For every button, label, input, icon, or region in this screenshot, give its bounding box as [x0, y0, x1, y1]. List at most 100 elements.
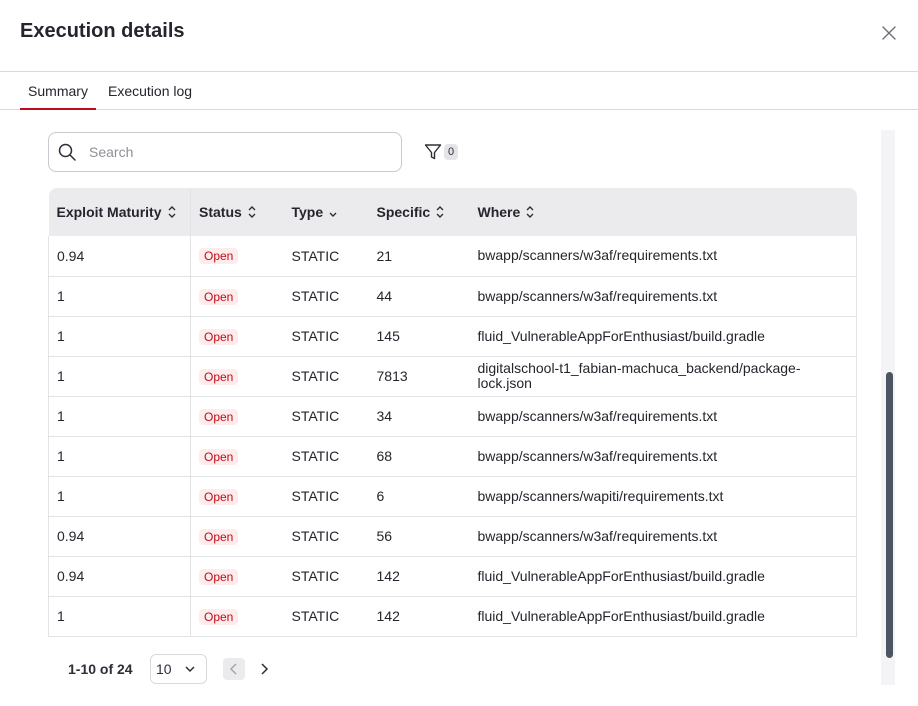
- cell-exploit-maturity: 1: [48, 276, 191, 317]
- status-badge: Open: [199, 328, 239, 345]
- column-label: Where: [477, 204, 521, 220]
- cell-status: Open: [190, 436, 284, 477]
- table-row[interactable]: 1 Open STATIC 68 bwapp/scanners/w3af/req…: [48, 436, 857, 477]
- column-label: Type: [291, 204, 324, 220]
- cell-where: digitalschool-t1_fabian-machuca_backend/…: [469, 356, 857, 397]
- table-row[interactable]: 1 Open STATIC 142 fluid_VulnerableAppFor…: [48, 596, 857, 637]
- column-label: Status: [199, 204, 242, 220]
- status-badge: Open: [199, 408, 239, 425]
- cell-type: STATIC: [283, 476, 369, 517]
- cell-exploit-maturity: 1: [48, 396, 191, 437]
- cell-exploit-maturity: 0.94: [48, 236, 191, 277]
- column-header-status[interactable]: Status: [191, 188, 284, 236]
- column-header-exploit-maturity[interactable]: Exploit Maturity: [48, 188, 191, 236]
- cell-where: bwapp/scanners/w3af/requirements.txt: [469, 396, 857, 437]
- chevron-left-icon: [229, 663, 237, 675]
- cell-status: Open: [190, 516, 284, 557]
- cell-type: STATIC: [283, 436, 369, 477]
- cell-status: Open: [190, 236, 284, 277]
- cell-type: STATIC: [283, 276, 369, 317]
- cell-type: STATIC: [283, 516, 369, 557]
- cell-exploit-maturity: 1: [48, 356, 191, 397]
- status-badge: Open: [199, 288, 239, 305]
- cell-type: STATIC: [283, 356, 369, 397]
- chevron-down-icon: [185, 666, 195, 673]
- cell-exploit-maturity: 1: [48, 436, 191, 477]
- cell-status: Open: [190, 276, 284, 317]
- table-row[interactable]: 1 Open STATIC 34 bwapp/scanners/w3af/req…: [48, 396, 857, 437]
- table-row[interactable]: 0.94 Open STATIC 21 bwapp/scanners/w3af/…: [48, 236, 857, 277]
- cell-type: STATIC: [283, 236, 369, 277]
- cell-specific: 142: [368, 596, 470, 637]
- cell-specific: 56: [368, 516, 470, 557]
- column-label: Exploit Maturity: [56, 204, 162, 220]
- cell-exploit-maturity: 1: [48, 476, 191, 517]
- status-badge: Open: [199, 488, 239, 505]
- cell-status: Open: [190, 356, 284, 397]
- cell-where: bwapp/scanners/wapiti/requirements.txt: [469, 476, 857, 517]
- next-page-button[interactable]: [253, 658, 275, 680]
- scrollbar-thumb[interactable]: [886, 372, 893, 658]
- cell-exploit-maturity: 1: [48, 596, 191, 637]
- table-header-row: Exploit Maturity Status Type Specific Wh…: [48, 188, 857, 236]
- status-badge: Open: [199, 248, 239, 265]
- cell-status: Open: [190, 596, 284, 637]
- close-button[interactable]: [878, 22, 900, 44]
- cell-type: STATIC: [283, 316, 369, 357]
- pagination: 1-10 of 24 10: [68, 654, 368, 684]
- sort-descending-icon: [329, 212, 337, 217]
- close-icon: [882, 26, 896, 40]
- cell-exploit-maturity: 0.94: [48, 516, 191, 557]
- page-size-value: 10: [156, 661, 172, 677]
- cell-specific: 7813: [368, 356, 470, 397]
- table-row[interactable]: 1 Open STATIC 145 fluid_VulnerableAppFor…: [48, 316, 857, 357]
- search-box: [48, 132, 402, 172]
- status-badge: Open: [199, 368, 239, 385]
- page-size-select[interactable]: 10: [150, 654, 207, 684]
- column-header-where[interactable]: Where: [470, 188, 857, 236]
- tab-bar: Summary Execution log: [0, 72, 918, 110]
- column-label: Specific: [376, 204, 431, 220]
- cell-type: STATIC: [283, 556, 369, 597]
- sort-icon: [168, 206, 176, 218]
- cell-status: Open: [190, 396, 284, 437]
- search-icon: [58, 143, 76, 161]
- status-badge: Open: [199, 528, 239, 545]
- search-input[interactable]: [89, 141, 389, 163]
- cell-where: fluid_VulnerableAppForEnthusiast/build.g…: [469, 316, 857, 357]
- chevron-right-icon: [261, 663, 269, 675]
- cell-where: bwapp/scanners/w3af/requirements.txt: [469, 516, 857, 557]
- cell-specific: 44: [368, 276, 470, 317]
- cell-type: STATIC: [283, 596, 369, 637]
- filter-count-badge: 0: [444, 144, 459, 160]
- cell-specific: 21: [368, 236, 470, 277]
- column-header-type[interactable]: Type: [284, 188, 369, 236]
- status-badge: Open: [199, 448, 239, 465]
- pagination-range: 1-10 of 24: [68, 661, 133, 677]
- cell-where: bwapp/scanners/w3af/requirements.txt: [469, 436, 857, 477]
- cell-where: fluid_VulnerableAppForEnthusiast/build.g…: [469, 596, 857, 637]
- previous-page-button[interactable]: [223, 658, 245, 680]
- status-badge: Open: [199, 568, 239, 585]
- cell-where: bwapp/scanners/w3af/requirements.txt: [469, 276, 857, 317]
- cell-specific: 6: [368, 476, 470, 517]
- status-badge: Open: [199, 608, 239, 625]
- cell-type: STATIC: [283, 396, 369, 437]
- cell-where: fluid_VulnerableAppForEnthusiast/build.g…: [469, 556, 857, 597]
- table-row[interactable]: 1 Open STATIC 7813 digitalschool-t1_fabi…: [48, 356, 857, 397]
- table-row[interactable]: 1 Open STATIC 6 bwapp/scanners/wapiti/re…: [48, 476, 857, 517]
- tab-summary[interactable]: Summary: [20, 72, 96, 110]
- table-row[interactable]: 0.94 Open STATIC 142 fluid_VulnerableApp…: [48, 556, 857, 597]
- column-header-specific[interactable]: Specific: [369, 188, 470, 236]
- dialog-title: Execution details: [20, 20, 185, 42]
- sort-icon: [436, 206, 444, 218]
- cell-specific: 34: [368, 396, 470, 437]
- filter-button[interactable]: 0: [424, 142, 459, 162]
- cell-status: Open: [190, 316, 284, 357]
- cell-where: bwapp/scanners/w3af/requirements.txt: [469, 236, 857, 277]
- cell-exploit-maturity: 1: [48, 316, 191, 357]
- sort-icon: [248, 206, 256, 218]
- tab-execution-log[interactable]: Execution log: [108, 72, 192, 110]
- table-row[interactable]: 0.94 Open STATIC 56 bwapp/scanners/w3af/…: [48, 516, 857, 557]
- table-row[interactable]: 1 Open STATIC 44 bwapp/scanners/w3af/req…: [48, 276, 857, 317]
